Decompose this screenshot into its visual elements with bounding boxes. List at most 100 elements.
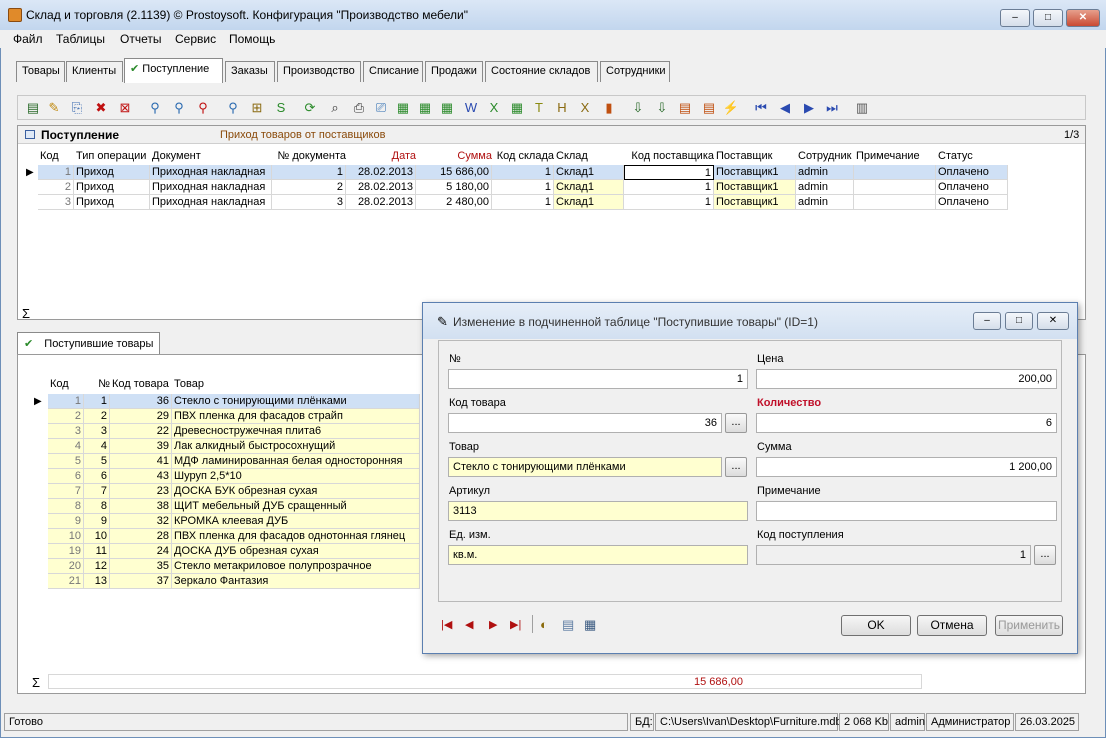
purchases-col-header[interactable]: Тип операции xyxy=(76,150,150,165)
menu-reports[interactable]: Отчеты xyxy=(120,32,161,46)
items-cell[interactable]: 1 xyxy=(84,394,110,409)
first-icon[interactable]: ⏮ xyxy=(752,99,770,117)
product-field[interactable]: Стекло с тонирующими плёнками xyxy=(448,457,722,477)
note-field[interactable] xyxy=(756,501,1057,521)
purchases-cell[interactable]: 1 xyxy=(272,165,346,180)
items-cell[interactable]: 3 xyxy=(84,424,110,439)
purchases-cell[interactable]: 2 480,00 xyxy=(416,195,492,210)
purchases-cell[interactable]: 1 xyxy=(624,180,714,195)
delete-icon[interactable]: ✖ xyxy=(92,99,110,117)
purchases-cell[interactable]: Приход xyxy=(74,195,150,210)
items-cell[interactable]: 19 xyxy=(48,544,84,559)
purchases-cell[interactable]: 3 xyxy=(272,195,346,210)
purchases-cell[interactable]: Поставщик1 xyxy=(714,180,796,195)
purchases-cell[interactable]: 1 xyxy=(624,165,714,180)
menu-file[interactable]: Файл xyxy=(13,32,43,46)
purchases-cell[interactable]: 1 xyxy=(492,165,554,180)
tab-received-items[interactable]: ✔ Поступившие товары xyxy=(17,332,161,354)
ok-button[interactable]: OK xyxy=(841,615,911,636)
unit-field[interactable]: кв.м. xyxy=(448,545,748,565)
tab-clients[interactable]: Клиенты xyxy=(66,61,123,82)
report-icon[interactable]: ▤ xyxy=(676,99,694,117)
purchases-cell[interactable]: 2 xyxy=(38,180,74,195)
purchases-cell[interactable]: admin xyxy=(796,165,854,180)
nav-prev-icon[interactable]: ◀ xyxy=(465,618,473,631)
purchases-cell[interactable] xyxy=(854,165,936,180)
purchases-col-header[interactable]: Статус xyxy=(938,150,1008,165)
cancel-button[interactable]: Отмена xyxy=(917,615,987,636)
purchases-col-header[interactable]: Код склада xyxy=(494,150,554,165)
find-icon[interactable]: ⌕ xyxy=(326,99,344,117)
items-cell[interactable]: 32 xyxy=(110,514,172,529)
text-icon[interactable]: T xyxy=(530,99,548,117)
purchases-cell[interactable]: Приходная накладная xyxy=(150,165,272,180)
purchases-cell[interactable]: Приходная накладная xyxy=(150,180,272,195)
num-field[interactable]: 1 xyxy=(448,369,748,389)
export2-icon[interactable]: ▦ xyxy=(416,99,434,117)
receipt-field[interactable]: 1 xyxy=(756,545,1031,565)
last-icon[interactable]: ⏭ xyxy=(823,99,841,117)
purchases-cell[interactable]: Поставщик1 xyxy=(714,195,796,210)
items-cell[interactable]: 8 xyxy=(48,499,84,514)
apply-button[interactable]: Применить xyxy=(995,615,1063,636)
form-layout-icon[interactable]: ▦ xyxy=(584,617,596,633)
items-cell[interactable]: 1 xyxy=(48,394,84,409)
sql-icon[interactable]: S xyxy=(272,99,290,117)
delete-all-icon[interactable]: ⊠ xyxy=(116,99,134,117)
filter-icon[interactable]: ⚲ xyxy=(146,99,164,117)
excel-icon[interactable]: X xyxy=(485,99,503,117)
purchases-cell[interactable]: 2 xyxy=(272,180,346,195)
purchases-cell[interactable]: Приход xyxy=(74,165,150,180)
import2-icon[interactable]: ⇩ xyxy=(653,99,671,117)
items-cell[interactable]: 5 xyxy=(84,454,110,469)
items-cell[interactable]: Стекло метакриловое полупрозрачное xyxy=(172,559,420,574)
purchases-cell[interactable] xyxy=(854,195,936,210)
items-cell[interactable]: 39 xyxy=(110,439,172,454)
items-cell[interactable]: ДОСКА ДУБ обрезная сухая xyxy=(172,544,420,559)
prev-icon[interactable]: ◀ xyxy=(776,99,794,117)
form-settings-icon[interactable]: ▤ xyxy=(562,617,574,633)
group-icon[interactable]: ⊞ xyxy=(248,99,266,117)
tab-orders[interactable]: Заказы xyxy=(225,61,275,82)
product-lookup-button[interactable]: ... xyxy=(725,457,747,477)
tab-products[interactable]: Товары xyxy=(16,61,65,82)
purchases-col-header[interactable]: Склад xyxy=(556,150,624,165)
items-cell[interactable]: 2 xyxy=(48,409,84,424)
purchases-cell[interactable] xyxy=(854,180,936,195)
items-cell[interactable]: 8 xyxy=(84,499,110,514)
purchases-cell[interactable]: Оплачено xyxy=(936,180,1008,195)
tab-employees[interactable]: Сотрудники xyxy=(600,61,670,82)
items-cell[interactable]: 11 xyxy=(84,544,110,559)
code-lookup-button[interactable]: ... xyxy=(725,413,747,433)
items-cell[interactable]: 20 xyxy=(48,559,84,574)
menu-help[interactable]: Помощь xyxy=(229,32,275,46)
purchases-col-header[interactable]: Дата xyxy=(348,150,416,165)
purchases-col-header[interactable]: Код поставщика xyxy=(626,150,714,165)
copy-icon[interactable]: ⎘ xyxy=(68,99,86,117)
items-cell[interactable]: МДФ ламинированная белая односторонняя xyxy=(172,454,420,469)
purchases-cell[interactable]: admin xyxy=(796,195,854,210)
purchases-cell[interactable]: Склад1 xyxy=(554,180,624,195)
purchases-cell[interactable]: 15 686,00 xyxy=(416,165,492,180)
refresh-icon[interactable]: ⟳ xyxy=(301,99,319,117)
items-cell[interactable]: 43 xyxy=(110,469,172,484)
items-col-header[interactable]: Товар xyxy=(174,378,420,393)
filter-add-icon[interactable]: ⚲ xyxy=(170,99,188,117)
items-cell[interactable]: ДОСКА БУК обрезная сухая xyxy=(172,484,420,499)
items-cell[interactable]: 10 xyxy=(84,529,110,544)
items-col-header[interactable]: Код товара xyxy=(112,378,172,393)
items-cell[interactable]: КРОМКА клеевая ДУБ xyxy=(172,514,420,529)
items-cell[interactable]: 21 xyxy=(48,574,84,589)
purchases-cell[interactable]: 5 180,00 xyxy=(416,180,492,195)
new-record-icon[interactable]: ▤ xyxy=(24,99,42,117)
items-cell[interactable]: 35 xyxy=(110,559,172,574)
nav-last-icon[interactable]: ▶| xyxy=(510,618,521,631)
purchases-col-header[interactable]: Код xyxy=(40,150,74,165)
export3-icon[interactable]: ▦ xyxy=(438,99,456,117)
purchases-col-header[interactable]: Сумма xyxy=(418,150,492,165)
purchases-cell[interactable]: 28.02.2013 xyxy=(346,195,416,210)
dialog-maximize-button[interactable]: □ xyxy=(1005,312,1033,330)
items-cell[interactable]: 22 xyxy=(110,424,172,439)
filter-clear-icon[interactable]: ⚲ xyxy=(194,99,212,117)
items-cell[interactable]: 37 xyxy=(110,574,172,589)
